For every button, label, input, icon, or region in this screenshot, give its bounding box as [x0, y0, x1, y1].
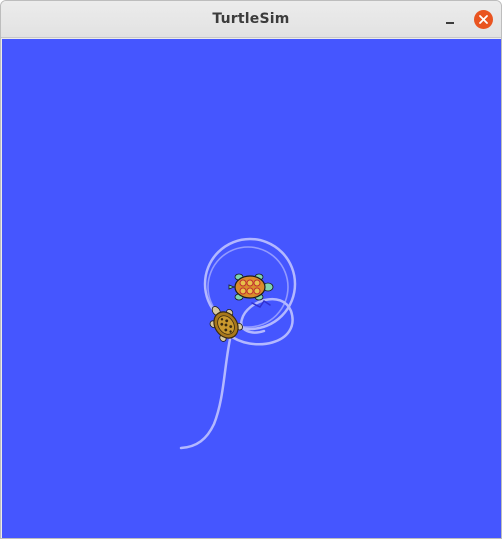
close-icon	[479, 15, 488, 24]
close-button[interactable]	[474, 10, 493, 29]
turtle-2-icon	[209, 306, 243, 342]
turtle-1-icon	[228, 273, 274, 301]
minimize-icon	[446, 22, 454, 24]
turtle-canvas[interactable]	[2, 39, 501, 538]
pen-trails	[179, 237, 297, 450]
pen-trail-tail	[179, 337, 232, 450]
title-bar[interactable]: TurtleSim	[1, 1, 501, 38]
turtlesim-window: TurtleSim	[0, 0, 502, 539]
minimize-button[interactable]	[439, 9, 461, 31]
window-title: TurtleSim	[212, 11, 290, 27]
